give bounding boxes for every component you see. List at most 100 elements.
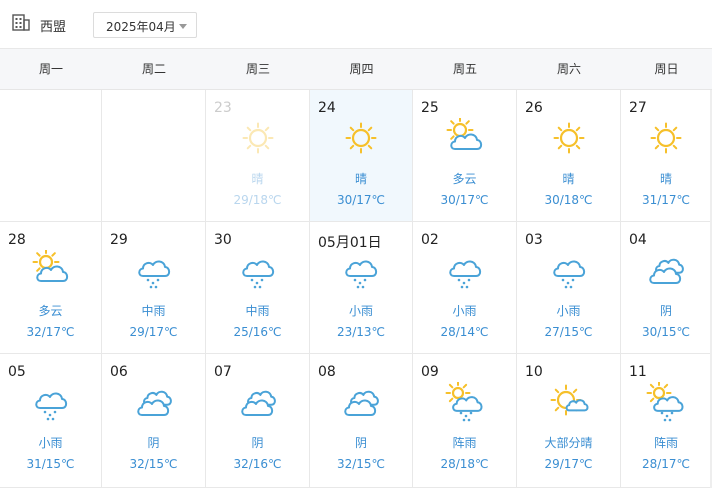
day-condition: 小雨 xyxy=(38,436,63,450)
day-date: 27 xyxy=(629,100,647,116)
day-condition: 晴 xyxy=(659,172,672,186)
day-temperature: 25/16℃ xyxy=(233,325,282,339)
overcast-icon xyxy=(649,258,684,284)
day-temperature: 27/15℃ xyxy=(544,325,593,339)
day-temperature: 29/17℃ xyxy=(129,325,178,339)
day-date: 08 xyxy=(318,364,336,380)
empty-day-cell xyxy=(0,90,102,222)
day-temperature: 30/18℃ xyxy=(544,193,593,207)
day-condition: 小雨 xyxy=(348,304,373,318)
day-date: 05 xyxy=(8,364,26,380)
day-date: 30 xyxy=(214,232,232,248)
day-cell[interactable]: 30 中雨 25/16℃ xyxy=(206,222,310,354)
day-temperature: 28/17℃ xyxy=(641,457,691,471)
day-temperature: 32/15℃ xyxy=(129,457,178,471)
day-temperature: 29/17℃ xyxy=(544,457,593,471)
day-condition: 晴 xyxy=(354,172,367,186)
weekday-4: 周五 xyxy=(452,62,477,76)
day-date: 29 xyxy=(110,232,128,248)
shower-icon xyxy=(646,382,684,422)
day-cell[interactable]: 25 多云 30/17℃ xyxy=(413,90,517,222)
day-temperature: 32/15℃ xyxy=(336,457,386,471)
partly-cloudy-icon xyxy=(32,250,68,282)
day-condition: 中雨 xyxy=(245,304,270,318)
day-date: 09 xyxy=(421,364,439,380)
day-date: 03 xyxy=(525,232,543,248)
day-condition: 小雨 xyxy=(452,304,477,318)
day-cell[interactable]: 10 大部分晴 29/17℃ xyxy=(517,354,621,488)
day-temperature: 30/17℃ xyxy=(336,193,386,207)
day-temperature: 29/18℃ xyxy=(233,193,282,207)
day-date: 23 xyxy=(214,100,232,116)
day-cell[interactable]: 27 晴 31/17℃ xyxy=(621,90,712,222)
weekday-1: 周二 xyxy=(141,62,166,76)
day-cell[interactable]: 06 阴 32/15℃ xyxy=(102,354,206,488)
day-date: 04 xyxy=(629,232,647,248)
day-cell[interactable]: 05月01日小雨 23/13℃ xyxy=(310,222,413,354)
day-temperature: 30/15℃ xyxy=(641,325,691,339)
day-temperature: 30/17℃ xyxy=(440,193,489,207)
day-cell[interactable]: 09 阵雨 28/18℃ xyxy=(413,354,517,488)
day-cell[interactable]: 11 阵雨 28/17℃ xyxy=(621,354,712,488)
day-cell[interactable]: 03 小雨 27/15℃ xyxy=(517,222,621,354)
month-dropdown[interactable]: 2025年04月 xyxy=(93,12,197,38)
day-cell[interactable]: 29 中雨 29/17℃ xyxy=(102,222,206,354)
weekday-2: 周三 xyxy=(245,62,270,76)
partly-cloudy-icon xyxy=(446,118,482,150)
rain-icon xyxy=(137,260,170,289)
city-name[interactable]: 西盟 xyxy=(40,16,66,35)
shower-icon xyxy=(445,382,483,422)
day-condition: 阴 xyxy=(147,436,160,450)
day-condition: 阴 xyxy=(659,304,672,318)
day-cell[interactable]: 05 小雨 31/15℃ xyxy=(0,354,102,488)
sun-icon xyxy=(242,122,273,154)
rain-icon xyxy=(34,392,67,421)
top-bar: 西盟 2025年04月 xyxy=(0,0,712,48)
sun-icon xyxy=(345,122,377,154)
day-cell[interactable]: 28 多云 32/17℃ xyxy=(0,222,102,354)
day-date: 24 xyxy=(318,100,336,116)
rain-icon xyxy=(345,260,378,289)
sun-icon xyxy=(553,122,584,154)
day-temperature: 23/13℃ xyxy=(336,325,386,339)
weekday-header: 周一 周二 周三 周四 周五 周六 周日 xyxy=(0,48,712,90)
weekday-3: 周四 xyxy=(349,62,374,76)
day-cell[interactable]: 26 晴 30/18℃ xyxy=(517,90,621,222)
rain-icon xyxy=(241,260,274,289)
day-date: 25 xyxy=(421,100,439,116)
day-date: 07 xyxy=(214,364,232,380)
mostly-sunny-icon xyxy=(550,384,588,416)
day-condition: 阵雨 xyxy=(653,436,678,450)
month-value: 2025年04月 xyxy=(106,20,176,34)
day-condition: 晴 xyxy=(562,172,575,186)
empty-day-cell xyxy=(102,90,206,222)
weekday-6: 周日 xyxy=(654,62,679,76)
caret-down-icon xyxy=(179,24,187,29)
sun-icon xyxy=(650,122,682,154)
day-date: 06 xyxy=(110,364,128,380)
overcast-icon xyxy=(240,390,276,416)
day-cell[interactable]: 07 阴 32/16℃ xyxy=(206,354,310,488)
day-temperature: 28/14℃ xyxy=(440,325,489,339)
day-date: 26 xyxy=(525,100,543,116)
day-condition: 小雨 xyxy=(556,304,581,318)
day-date: 28 xyxy=(8,232,26,248)
day-condition: 阴 xyxy=(251,436,264,450)
day-temperature: 32/16℃ xyxy=(233,457,282,471)
overcast-icon xyxy=(344,390,379,416)
day-cell[interactable]: 23 晴 29/18℃ xyxy=(206,90,310,222)
day-temperature: 31/17℃ xyxy=(641,193,691,207)
day-date: 10 xyxy=(525,364,543,380)
day-date: 02 xyxy=(421,232,439,248)
day-temperature: 31/15℃ xyxy=(26,457,75,471)
day-cell[interactable]: 04 阴 30/15℃ xyxy=(621,222,712,354)
day-date: 05月01日 xyxy=(318,235,382,251)
day-condition: 晴 xyxy=(251,172,264,186)
day-cell[interactable]: 02 小雨 28/14℃ xyxy=(413,222,517,354)
day-date: 11 xyxy=(629,364,647,380)
day-condition: 阵雨 xyxy=(452,436,477,450)
weekday-0: 周一 xyxy=(38,62,63,76)
day-cell[interactable]: 08 阴 32/15℃ xyxy=(310,354,413,488)
day-cell[interactable]: 24 晴 30/17℃ xyxy=(310,90,413,222)
day-condition: 多云 xyxy=(38,304,63,318)
